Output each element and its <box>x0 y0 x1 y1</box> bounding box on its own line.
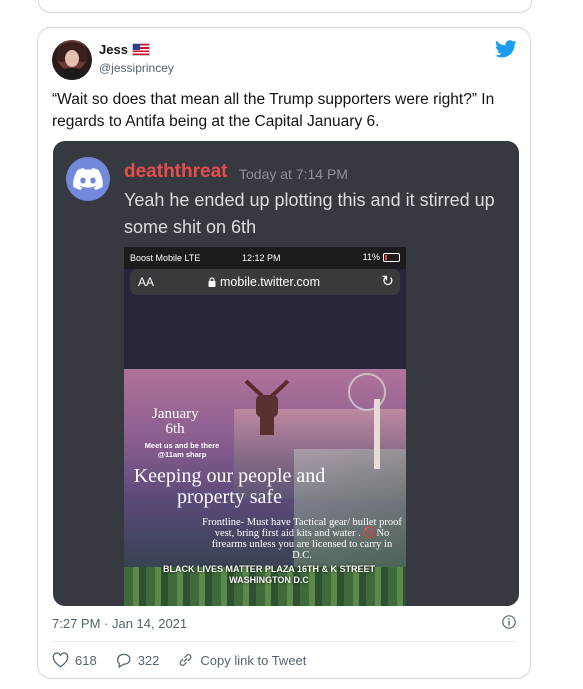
reply-button[interactable]: 322 <box>115 652 160 668</box>
copy-link-label: Copy link to Tweet <box>200 652 307 668</box>
carrier-label: Boost Mobile LTE <box>130 253 201 263</box>
url-text: mobile.twitter.com <box>220 275 321 289</box>
flyer-date: January 6th <box>152 406 199 437</box>
author-name[interactable]: Jess <box>99 42 128 57</box>
url-text-group: mobile.twitter.com <box>208 275 320 289</box>
phone-clock: 12:12 PM <box>242 253 281 263</box>
reload-icon: ↻ <box>381 273 394 290</box>
flyer-headline: Keeping our people and property safe <box>133 465 326 508</box>
author-avatar[interactable] <box>52 40 92 80</box>
raised-fist-icon <box>244 379 290 435</box>
heart-icon <box>52 652 69 668</box>
reply-count: 322 <box>137 652 160 668</box>
flyer-meet-time: Meet us and be there @11am sharp <box>144 441 220 459</box>
battery-indicator: 11% <box>363 252 400 262</box>
divider <box>52 641 516 642</box>
us-flag-icon <box>131 43 150 56</box>
discord-username: deaththreat <box>124 161 228 182</box>
tweet-card[interactable]: Jess @jessiprincey “Wait so does that me… <box>37 27 531 679</box>
flyer-frontline-text: Frontline- Must have Tactical gear/ bull… <box>202 517 402 561</box>
tweet-text: “Wait so does that mean all the Trump su… <box>52 91 495 130</box>
tweet-actions: 618 322 Copy link to Tweet <box>52 652 324 668</box>
discord-avatar <box>66 157 110 201</box>
info-icon[interactable] <box>502 615 516 629</box>
like-button[interactable]: 618 <box>52 652 97 668</box>
washington-monument <box>374 399 380 469</box>
discord-timestamp: Today at 7:14 PM <box>239 166 348 182</box>
tweet-media-image[interactable]: deaththreat Today at 7:14 PM Yeah he end… <box>53 141 519 606</box>
like-count: 618 <box>75 652 97 668</box>
seal-emblem <box>348 373 386 411</box>
battery-icon <box>383 252 400 262</box>
link-icon <box>180 654 192 666</box>
phone-status-bar: Boost Mobile LTE 12:12 PM 11% <box>124 247 406 269</box>
reader-aa-button: AA <box>138 275 155 289</box>
copy-link-button[interactable]: Copy link to Tweet <box>177 652 306 668</box>
reply-icon <box>116 653 131 668</box>
previous-tweet-card-edge <box>38 0 532 13</box>
discord-message: Yeah he ended up plotting this and it st… <box>124 190 495 237</box>
protest-flyer: January 6th Meet us and be there @11am s… <box>124 369 406 606</box>
author-name-row: Jess <box>99 42 150 57</box>
discord-logo-icon <box>73 168 103 190</box>
battery-percent: 11% <box>362 252 380 262</box>
lock-icon <box>208 277 216 287</box>
twitter-bird-icon[interactable] <box>495 40 517 58</box>
flyer-location: BLACK LIVES MATTER PLAZA 16TH & K STREET… <box>162 564 375 585</box>
safari-url-bar: AA mobile.twitter.com ↻ <box>130 269 400 295</box>
phone-screenshot: Boost Mobile LTE 12:12 PM 11% AA mobile.… <box>124 247 406 606</box>
author-handle[interactable]: @jessiprincey <box>99 61 174 75</box>
tweet-timestamp[interactable]: 7:27 PM · Jan 14, 2021 <box>52 616 187 631</box>
